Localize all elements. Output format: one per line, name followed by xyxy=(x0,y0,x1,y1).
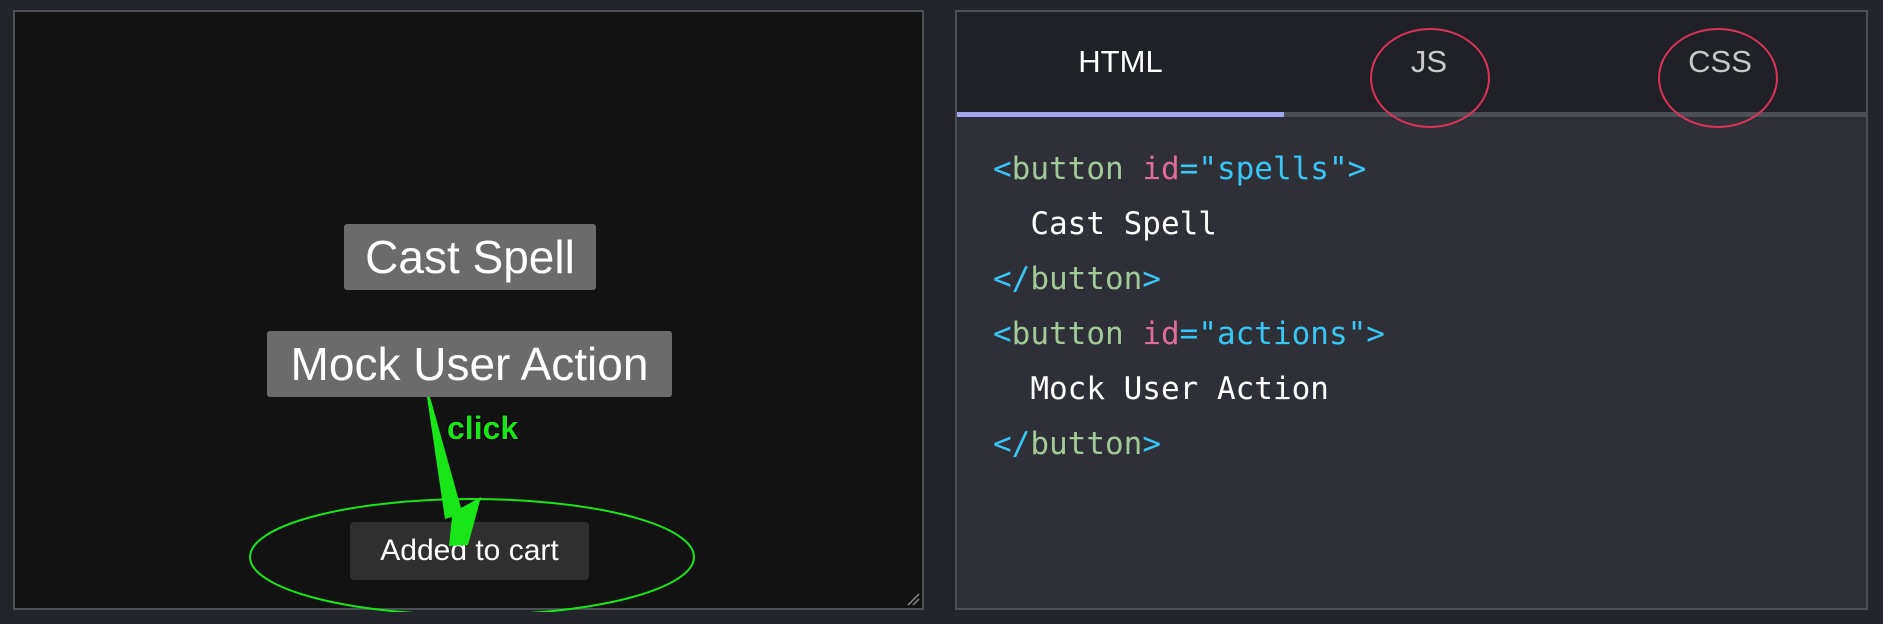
code-editor-pane: HTML JS CSS <button id="spells"> Cast Sp… xyxy=(955,10,1868,610)
code-token: "> xyxy=(1328,151,1367,187)
code-token: Mock User Action xyxy=(993,371,1329,407)
resize-handle-icon[interactable] xyxy=(906,592,920,606)
added-to-cart-toast: Added to cart xyxy=(350,522,589,580)
code-token: button xyxy=(1011,316,1124,352)
tab-html[interactable]: HTML xyxy=(957,12,1284,112)
click-label: click xyxy=(447,410,519,446)
code-line-6: </button> xyxy=(993,417,1385,472)
code-line-2: Cast Spell xyxy=(993,197,1385,252)
active-tab-indicator xyxy=(957,112,1284,117)
preview-pane: Cast Spell Mock User Action Added to car… xyxy=(13,10,924,612)
code-token: spells xyxy=(1216,151,1329,187)
editor-tabbar: HTML JS CSS xyxy=(957,12,1866,128)
code-token: id xyxy=(1142,151,1180,187)
code-token: "> xyxy=(1347,316,1385,352)
code-line-4: <button id="actions"> xyxy=(993,307,1385,362)
code-token: id xyxy=(1142,316,1180,352)
code-line-5: Mock User Action xyxy=(993,362,1385,417)
code-token: < xyxy=(993,316,1012,352)
code-token: =" xyxy=(1179,316,1217,352)
code-token: > xyxy=(1142,261,1161,297)
code-token: button xyxy=(1030,261,1143,297)
code-token: < xyxy=(993,151,1012,187)
tab-css[interactable]: CSS xyxy=(1574,12,1866,112)
code-token: actions xyxy=(1216,316,1348,352)
code-token: =" xyxy=(1179,151,1217,187)
html-code-block[interactable]: <button id="spells"> Cast Spell </button>… xyxy=(993,142,1385,472)
mock-user-action-button[interactable]: Mock User Action xyxy=(267,331,672,397)
code-token: </ xyxy=(993,261,1031,297)
code-token: button xyxy=(1011,151,1124,187)
code-token: button xyxy=(1030,426,1143,462)
code-line-3: </button> xyxy=(993,252,1385,307)
code-line-1: <button id="spells"> xyxy=(993,142,1385,197)
code-token: </ xyxy=(993,426,1031,462)
code-token: Cast Spell xyxy=(993,206,1217,242)
cast-spell-button[interactable]: Cast Spell xyxy=(344,224,596,290)
code-token: > xyxy=(1142,426,1161,462)
tab-js[interactable]: JS xyxy=(1284,12,1574,112)
